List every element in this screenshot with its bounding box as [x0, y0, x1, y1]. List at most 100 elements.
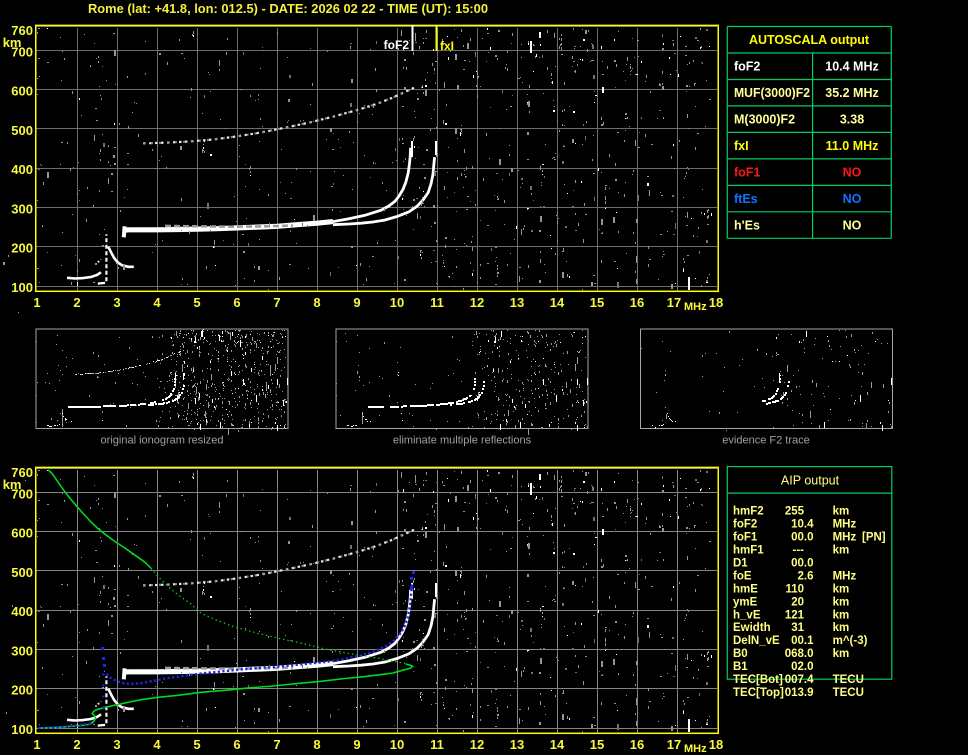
svg-text:8: 8	[313, 737, 320, 752]
svg-text:007.4: 007.4	[785, 674, 814, 686]
svg-text:2: 2	[73, 737, 80, 752]
svg-text:013.9: 013.9	[785, 687, 814, 699]
svg-text:10.4: 10.4	[791, 519, 814, 531]
svg-text:AUTOSCALA output: AUTOSCALA output	[749, 33, 870, 47]
svg-text:foF1: foF1	[734, 166, 760, 180]
svg-text:km: km	[3, 35, 22, 50]
svg-text:11.0 MHz: 11.0 MHz	[826, 139, 879, 153]
svg-text:NO: NO	[843, 219, 862, 233]
svg-text:100: 100	[11, 280, 33, 295]
svg-text:B1: B1	[733, 661, 748, 673]
svg-text:foF2: foF2	[734, 60, 760, 74]
svg-text:---: ---	[793, 545, 805, 557]
svg-text:255: 255	[785, 506, 805, 518]
svg-text:NO: NO	[843, 166, 862, 180]
svg-text:MHz: MHz	[833, 532, 857, 544]
svg-text:km: km	[833, 622, 850, 634]
svg-text:11: 11	[430, 295, 444, 310]
svg-text:3: 3	[113, 295, 120, 310]
svg-text:7: 7	[273, 737, 280, 752]
svg-text:10: 10	[390, 295, 404, 310]
svg-text:20: 20	[791, 596, 804, 608]
svg-text:600: 600	[11, 84, 33, 99]
svg-text:B0: B0	[733, 648, 748, 660]
svg-text:fxI: fxI	[734, 139, 749, 153]
svg-text:km: km	[833, 583, 850, 595]
svg-text:18: 18	[709, 295, 723, 310]
svg-text:12: 12	[470, 295, 484, 310]
svg-text:200: 200	[11, 683, 33, 698]
svg-text:km: km	[833, 596, 850, 608]
svg-text:13: 13	[510, 295, 524, 310]
svg-text:m^(-3): m^(-3)	[833, 635, 868, 647]
svg-text:6: 6	[233, 295, 240, 310]
svg-text:km: km	[833, 545, 850, 557]
svg-text:500: 500	[11, 565, 33, 580]
svg-text:400: 400	[11, 162, 33, 177]
svg-text:31: 31	[791, 622, 804, 634]
svg-text:00.0: 00.0	[791, 557, 813, 569]
svg-text:600: 600	[11, 526, 33, 541]
svg-text:7: 7	[273, 295, 280, 310]
svg-text:[PN]: [PN]	[862, 532, 886, 544]
svg-text:foF2: foF2	[384, 38, 410, 52]
svg-text:00.1: 00.1	[791, 635, 814, 647]
svg-text:068.0: 068.0	[785, 648, 814, 660]
svg-text:12: 12	[470, 737, 484, 752]
svg-text:8: 8	[313, 295, 320, 310]
svg-text:16: 16	[630, 737, 644, 752]
svg-text:eliminate multiple reflections: eliminate multiple reflections	[393, 435, 532, 447]
svg-text:MHz: MHz	[684, 301, 707, 313]
svg-text:hmF1: hmF1	[733, 545, 764, 557]
svg-text:2: 2	[73, 295, 80, 310]
svg-text:NO: NO	[843, 192, 862, 206]
svg-text:h_vE: h_vE	[733, 609, 761, 621]
svg-text:ymE: ymE	[733, 596, 758, 608]
svg-text:D1: D1	[733, 557, 748, 569]
svg-text:TECU: TECU	[833, 687, 864, 699]
svg-text:5: 5	[193, 295, 200, 310]
svg-text:foF1: foF1	[733, 532, 758, 544]
svg-text:200: 200	[11, 241, 33, 256]
svg-text:MHz: MHz	[833, 570, 857, 582]
svg-text:foE: foE	[733, 570, 752, 582]
svg-text:DelN_vE: DelN_vE	[733, 635, 780, 647]
svg-text:foF2: foF2	[733, 519, 757, 531]
svg-text:11: 11	[430, 737, 444, 752]
svg-text:400: 400	[11, 604, 33, 619]
svg-text:h'Es: h'Es	[734, 219, 760, 233]
svg-text:100: 100	[11, 722, 33, 737]
svg-text:2.6: 2.6	[798, 570, 814, 582]
svg-text:5: 5	[193, 737, 200, 752]
svg-text:1: 1	[33, 737, 40, 752]
svg-text:hmF2: hmF2	[733, 506, 764, 518]
svg-text:km: km	[833, 648, 850, 660]
svg-text:10.4 MHz: 10.4 MHz	[825, 60, 879, 74]
svg-text:AIP output: AIP output	[781, 474, 840, 488]
svg-text:km: km	[833, 506, 850, 518]
svg-text:17: 17	[667, 295, 681, 310]
svg-text:02.0: 02.0	[791, 661, 813, 673]
svg-text:original ionogram resized: original ionogram resized	[101, 435, 224, 447]
svg-text:00.0: 00.0	[791, 532, 813, 544]
svg-text:1: 1	[33, 295, 40, 310]
svg-text:10: 10	[390, 737, 404, 752]
svg-text:km: km	[833, 609, 850, 621]
svg-text:MHz: MHz	[833, 519, 857, 531]
svg-text:km: km	[3, 477, 22, 492]
svg-text:Ewidth: Ewidth	[733, 622, 771, 634]
svg-text:fxI: fxI	[440, 39, 454, 53]
svg-text:16: 16	[630, 295, 644, 310]
svg-text:9: 9	[353, 295, 360, 310]
svg-text:TEC[Bot]: TEC[Bot]	[733, 674, 783, 686]
svg-text:9: 9	[353, 737, 360, 752]
svg-text:hmE: hmE	[733, 583, 758, 595]
svg-text:13: 13	[510, 737, 524, 752]
svg-text:4: 4	[153, 295, 161, 310]
svg-text:ftEs: ftEs	[734, 192, 758, 206]
svg-text:121: 121	[785, 609, 805, 621]
svg-text:500: 500	[11, 123, 33, 138]
svg-text:14: 14	[550, 737, 565, 752]
svg-text:MUF(3000)F2: MUF(3000)F2	[734, 86, 810, 100]
svg-text:35.2 MHz: 35.2 MHz	[825, 86, 879, 100]
